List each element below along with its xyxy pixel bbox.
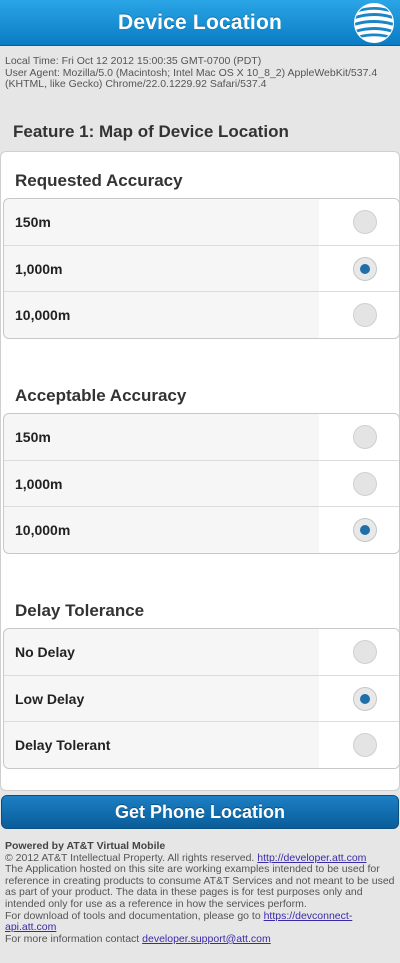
- radio-option[interactable]: 10,000m: [4, 292, 399, 338]
- option-label: 10,000m: [15, 522, 71, 539]
- radio-button[interactable]: [353, 425, 377, 449]
- acceptable-accuracy-title: Acceptable Accuracy: [15, 386, 187, 405]
- radio-button[interactable]: [353, 303, 377, 328]
- radio-option[interactable]: 1,000m: [4, 460, 399, 508]
- radio-dot-icon: [360, 263, 370, 274]
- options-panel: Requested Accuracy 150m 1,000m 10,000m A…: [0, 151, 400, 791]
- radio-button[interactable]: [353, 640, 377, 664]
- download-line: For download of tools and documentation,…: [5, 909, 395, 934]
- radio-button-selected[interactable]: [353, 518, 377, 543]
- radio-option[interactable]: 10,000m: [4, 507, 399, 553]
- delay-tolerance-title: Delay Tolerance: [15, 601, 145, 620]
- delay-tolerance-options: No Delay Low Delay Delay Tolerant: [3, 628, 400, 769]
- option-label: 150m: [15, 214, 51, 230]
- radio-option[interactable]: Low Delay: [4, 675, 399, 723]
- radio-button[interactable]: [353, 733, 377, 758]
- option-label: 1,000m: [15, 475, 63, 492]
- feature-title: Feature 1: Map of Device Location: [13, 122, 289, 141]
- radio-button[interactable]: [353, 471, 377, 496]
- radio-option[interactable]: 150m: [4, 414, 399, 461]
- acceptable-accuracy-options: 150m 1,000m 10,000m: [3, 413, 400, 554]
- radio-option[interactable]: 150m: [4, 199, 399, 246]
- radio-button[interactable]: [353, 210, 377, 234]
- radio-option[interactable]: 1,000m: [4, 245, 399, 293]
- copyright-text: © 2012 AT&T Intellectual Property. All r…: [5, 851, 255, 864]
- support-email-link[interactable]: developer.support@att.com: [142, 933, 271, 945]
- user-agent-line1: User Agent: Mozilla/5.0 (Macintosh; Inte…: [5, 67, 378, 79]
- page-title: Device Location: [117, 11, 283, 34]
- get-phone-location-button[interactable]: Get Phone Location: [1, 795, 399, 829]
- requested-accuracy-title: Requested Accuracy: [15, 171, 183, 190]
- developer-link[interactable]: http://developer.att.com: [257, 852, 366, 864]
- session-info: Local Time: Fri Oct 12 2012 15:00:35 GMT…: [5, 56, 397, 91]
- radio-dot-icon: [360, 693, 370, 704]
- radio-option[interactable]: No Delay: [4, 629, 399, 676]
- radio-dot-icon: [360, 525, 370, 536]
- att-globe-logo-icon: [354, 3, 394, 43]
- local-time: Local Time: Fri Oct 12 2012 15:00:35 GMT…: [5, 56, 262, 67]
- footer: Powered by AT&T Virtual Mobile © 2012 AT…: [5, 840, 395, 946]
- disclaimer-text: The Application hosted on this site are …: [5, 863, 395, 910]
- option-label: 1,000m: [15, 260, 63, 277]
- contact-line: For more information contact developer.s…: [5, 932, 395, 946]
- option-label: Delay Tolerant: [15, 737, 111, 754]
- user-agent-line2: (KHTML, like Gecko) Chrome/22.0.1229.92 …: [5, 79, 267, 90]
- app-header: Device Location: [0, 0, 400, 46]
- option-label: Low Delay: [15, 690, 85, 707]
- option-label: No Delay: [15, 644, 75, 660]
- radio-option[interactable]: Delay Tolerant: [4, 722, 399, 768]
- contact-text: For more information contact: [5, 932, 140, 945]
- download-text: For download of tools and documentation,…: [5, 909, 261, 922]
- radio-button-selected[interactable]: [353, 256, 377, 281]
- option-label: 10,000m: [15, 307, 71, 324]
- radio-button-selected[interactable]: [353, 686, 377, 711]
- requested-accuracy-options: 150m 1,000m 10,000m: [3, 198, 400, 339]
- option-label: 150m: [15, 429, 51, 445]
